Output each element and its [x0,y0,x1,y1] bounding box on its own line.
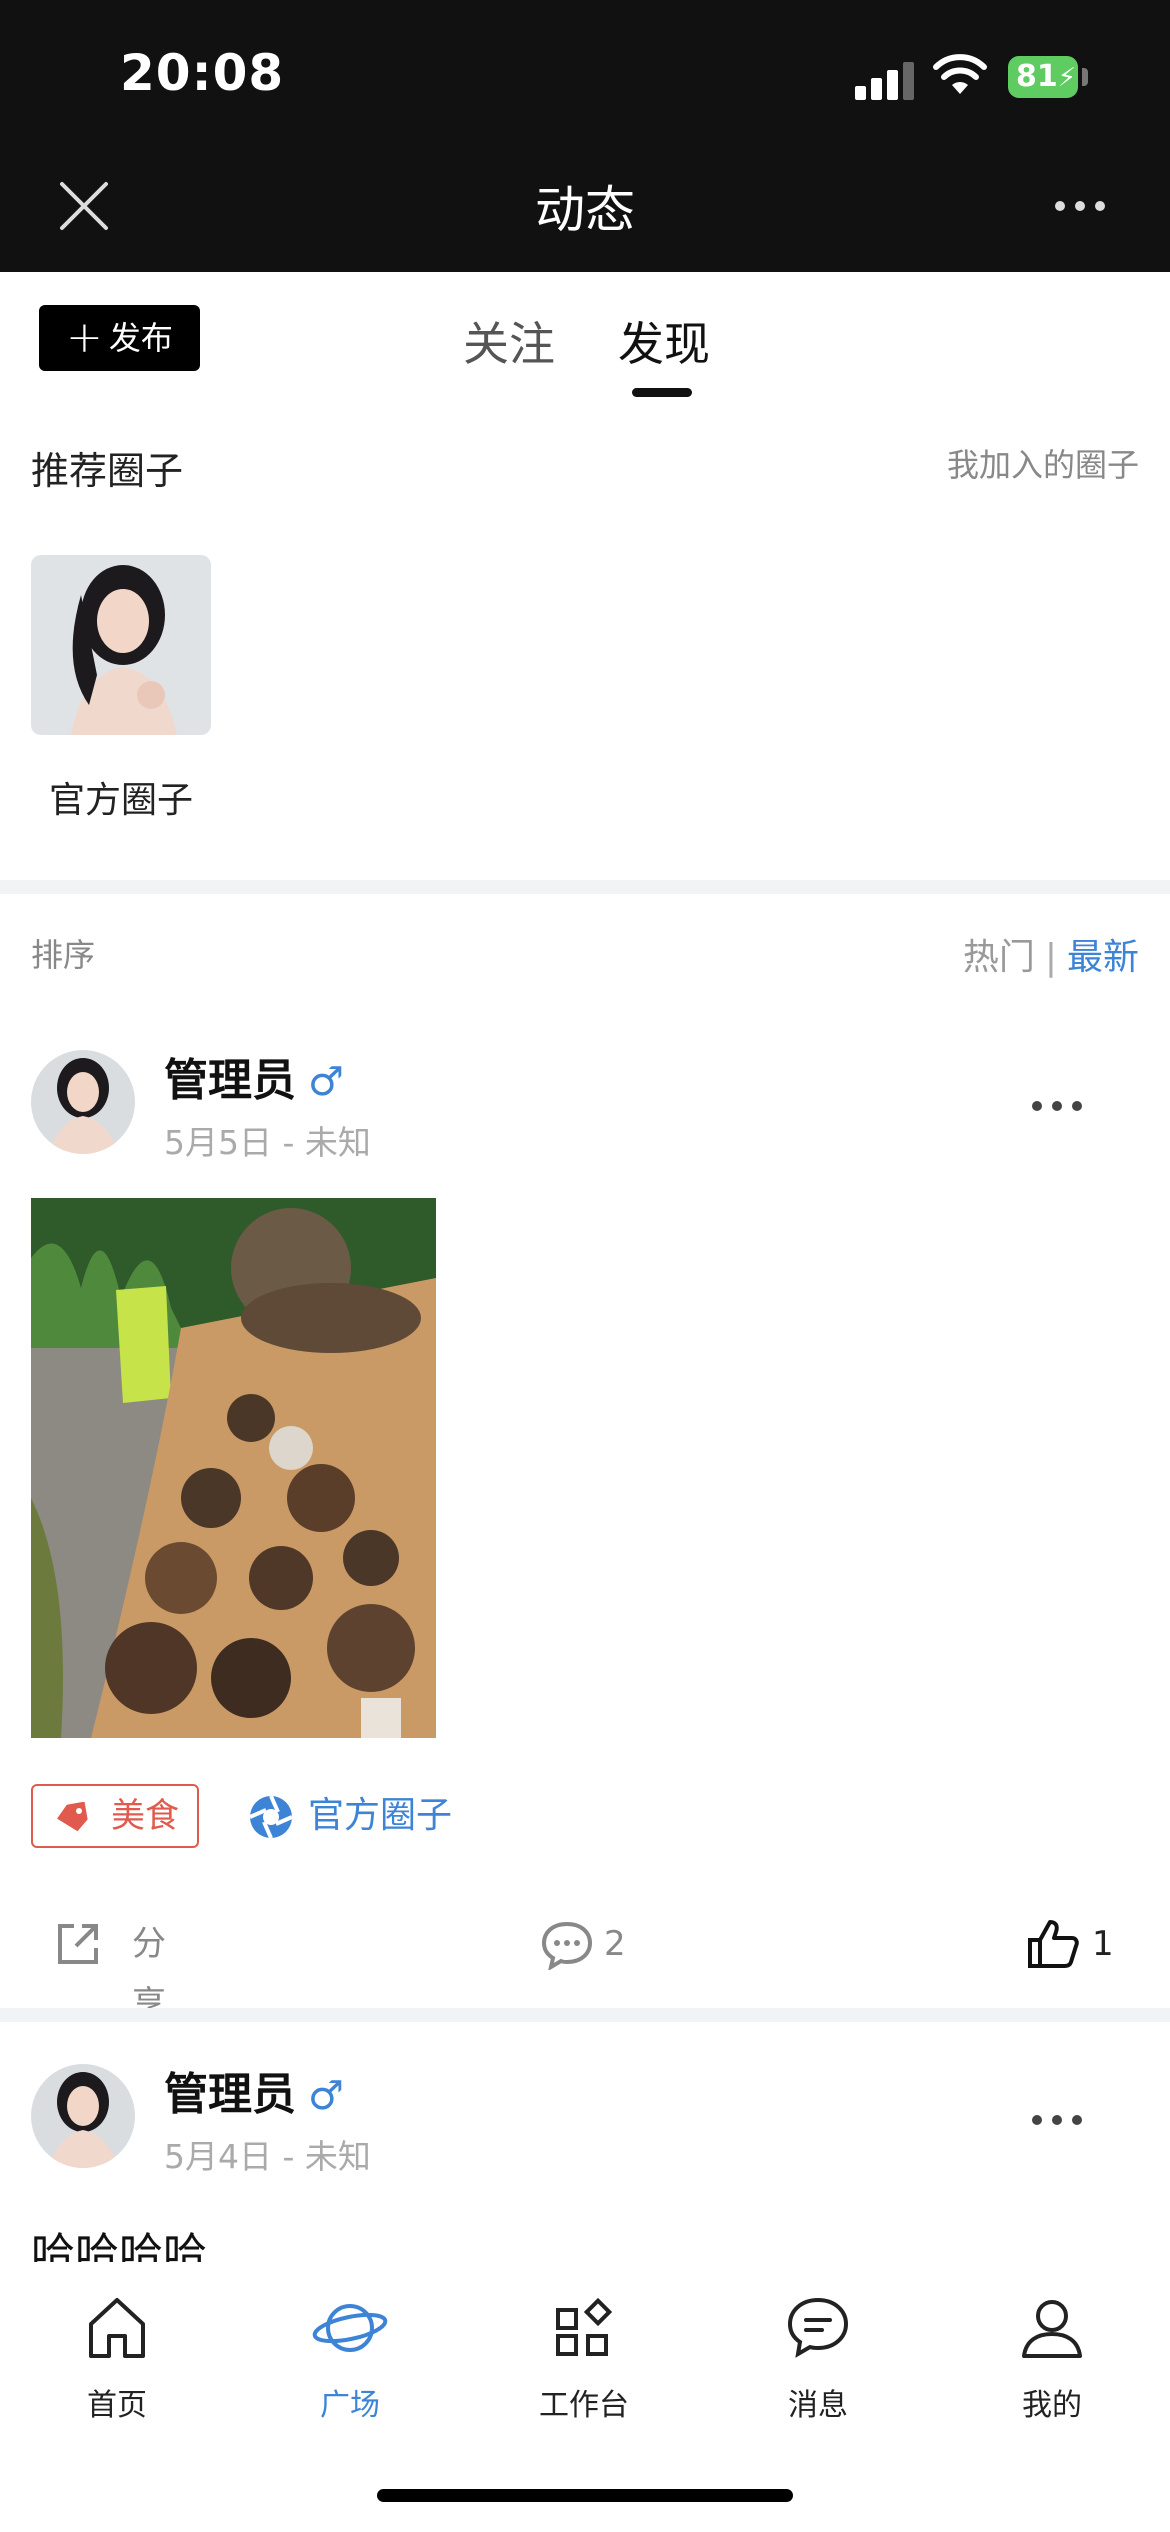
sort-separator: | [1044,937,1057,978]
planet-icon [312,2304,388,2352]
username-text: 管理员 [164,1055,296,1106]
avatar[interactable] [31,1050,135,1154]
recommended-circles-title: 推荐圈子 [31,449,184,493]
circle-name: 官方圈子 [48,780,193,821]
publish-label: 发布 [108,319,173,357]
tab-discover[interactable]: 发现 [618,308,710,374]
joined-circles-link[interactable]: 我加入的圈子 [947,440,1139,486]
active-tab-indicator [632,388,692,397]
share-icon [58,1924,98,1964]
nav-label: 我的 [1022,2388,1082,2423]
username-text: 管理员 [164,2069,296,2120]
post-image[interactable] [31,1198,436,1738]
sort-latest[interactable]: 最新 [1067,937,1139,978]
post-username[interactable]: 管理员 ♂ [164,2058,344,2122]
battery-level: 81 [1016,59,1058,94]
cellular-signal-icon [855,60,915,100]
avatar[interactable] [31,2064,135,2168]
grid-icon [556,2297,613,2356]
thumbs-up-icon [1028,1920,1079,1968]
post-meta: 5月5日 - 未知 [164,1123,371,1162]
nav-label: 消息 [788,2388,848,2423]
sort-label: 排序 [31,936,96,974]
tag-icon [57,1802,88,1832]
top-bar: 20:08 81⚡ 动态 [0,0,1170,272]
male-icon: ♂ [308,1059,344,1105]
post-more-icon[interactable] [1032,2110,1092,2130]
battery-icon: 81⚡ [1008,56,1078,98]
like-count: 1 [1092,1924,1114,1964]
nav-home[interactable]: 首页 [37,2292,197,2424]
tab-follow[interactable]: 关注 [463,308,555,374]
user-icon [1022,2300,1082,2358]
section-divider [0,880,1170,894]
tag-food[interactable]: 美食 [31,1784,199,1848]
wifi-icon [933,54,987,94]
page-title: 动态 [535,181,635,239]
chat-icon [787,2297,849,2358]
circle-card-official[interactable]: 官方圈子 [31,555,211,823]
comment-icon [541,1921,593,1970]
status-time: 20:08 [120,44,285,102]
comment-count: 2 [604,1924,626,1964]
post-more-icon[interactable] [1032,1096,1092,1116]
publish-button[interactable]: + 发布 [39,305,200,371]
nav-label: 广场 [320,2388,380,2423]
home-icon [89,2298,145,2358]
post-meta: 5月4日 - 未知 [164,2137,371,2176]
aperture-icon [249,1795,293,1839]
battery-cap [1082,68,1088,86]
nav-profile[interactable]: 我的 [972,2292,1132,2424]
male-icon: ♂ [308,2073,344,2119]
post-username[interactable]: 管理员 ♂ [164,1044,344,1108]
plus-icon: + [66,312,103,363]
nav-label: 工作台 [539,2388,629,2423]
nav-messages[interactable]: 消息 [738,2292,898,2424]
nav-square[interactable]: 广场 [270,2292,430,2424]
circle-thumbnail [31,555,211,735]
nav-workbench[interactable]: 工作台 [504,2292,664,2424]
post-divider [0,2008,1170,2022]
sort-hot[interactable]: 热门 [963,937,1035,978]
tag-label: 美食 [111,1796,179,1836]
home-indicator[interactable] [377,2489,793,2502]
nav-label: 首页 [87,2388,147,2423]
tag-circle-label: 官方圈子 [308,1795,453,1836]
more-options-icon[interactable] [1055,196,1115,216]
sort-options: 热门 | 最新 [963,928,1139,980]
